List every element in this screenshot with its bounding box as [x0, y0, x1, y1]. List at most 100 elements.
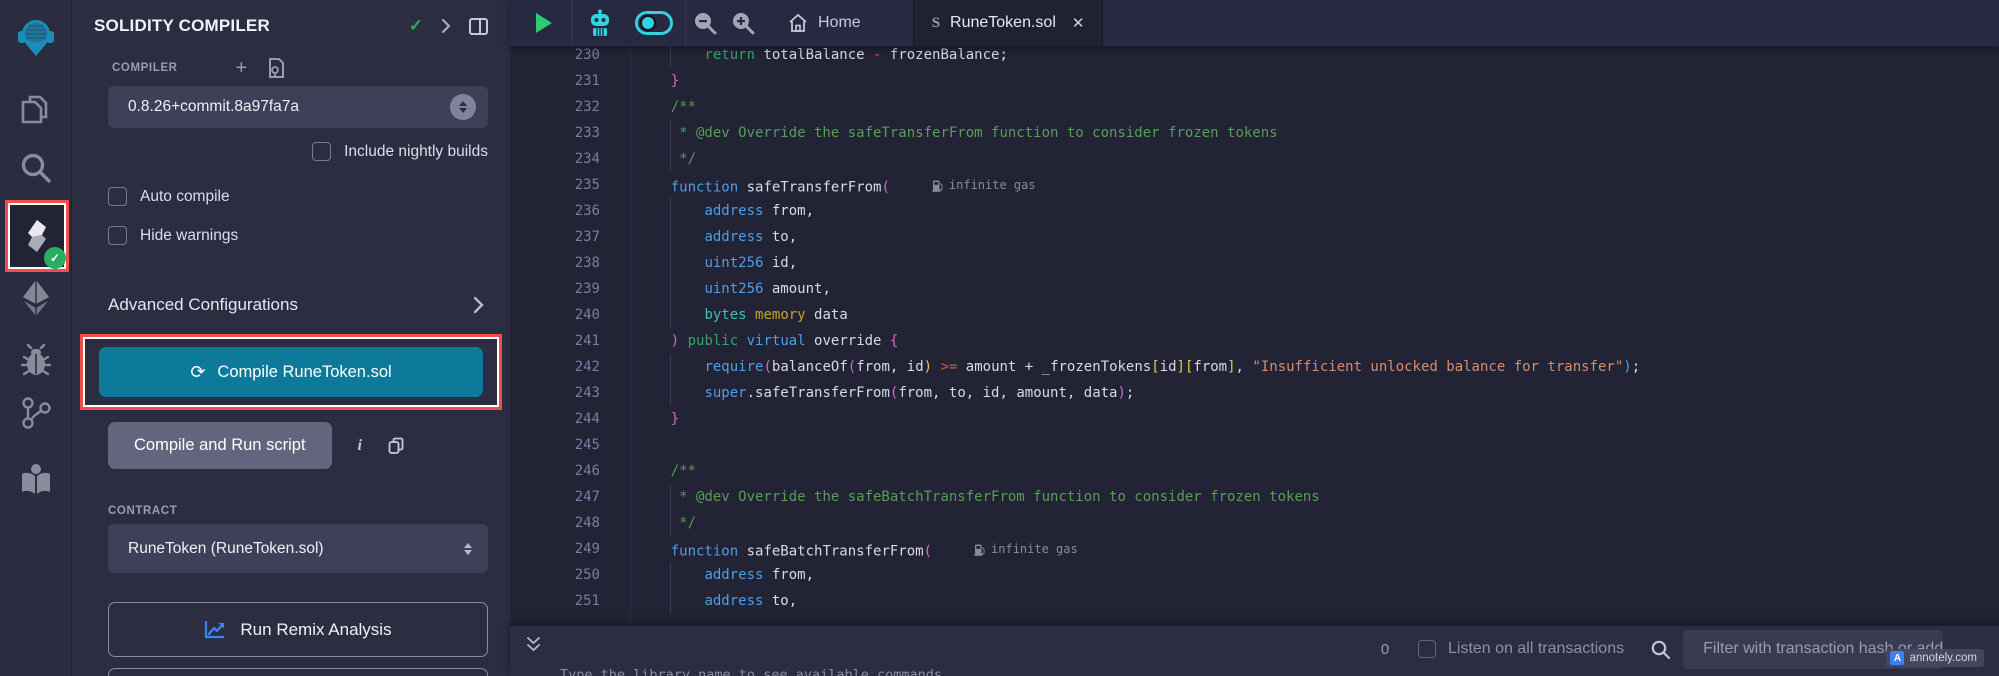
code-line: * @dev Override the safeBatchTransferFro…: [637, 484, 1999, 510]
auto-compile-checkbox[interactable]: [108, 187, 127, 206]
line-number: 233: [510, 120, 630, 146]
line-number: 243: [510, 380, 630, 406]
line-number: 237: [510, 224, 630, 250]
run-script-play-icon[interactable]: [536, 13, 552, 33]
terminal-prompt-strip[interactable]: Type the library name to see available c…: [560, 667, 1999, 676]
next-section-button-edge[interactable]: [108, 668, 488, 676]
tab-runetoken-label: RuneToken.sol: [950, 14, 1056, 32]
contract-select[interactable]: RuneToken (RuneToken.sol): [108, 524, 488, 573]
compile-and-run-button[interactable]: Compile and Run script: [108, 422, 332, 469]
line-number: 248: [510, 510, 630, 536]
ai-copilot-robot-icon[interactable]: [587, 9, 613, 37]
listen-label: Listen on all transactions: [1448, 640, 1624, 658]
line-number: 251: [510, 588, 630, 614]
code-line: require(balanceOf(from, id) >= amount + …: [637, 354, 1999, 380]
add-compiler-icon[interactable]: +: [236, 58, 248, 78]
compile-button[interactable]: ⟳ Compile RuneToken.sol: [99, 347, 483, 397]
line-number: 230: [510, 46, 630, 68]
line-number: 235: [510, 172, 630, 198]
run-script-row: Compile and Run script i: [108, 422, 404, 469]
compiler-version-select[interactable]: 0.8.26+commit.8a97fa7a: [108, 86, 488, 128]
pin-panel-icon[interactable]: [469, 18, 488, 35]
gas-estimate-annotation: infinite gas: [974, 536, 1078, 562]
line-number: 231: [510, 68, 630, 94]
debugger-icon[interactable]: [0, 344, 71, 378]
line-number: 232: [510, 94, 630, 120]
search-icon[interactable]: [0, 150, 71, 186]
line-number: 238: [510, 250, 630, 276]
copy-icon[interactable]: [388, 437, 404, 455]
line-number: 240: [510, 302, 630, 328]
copilot-toggle[interactable]: [635, 11, 673, 35]
compile-success-badge: ✓: [44, 247, 66, 269]
tab-home[interactable]: Home: [788, 13, 861, 33]
terminal-search-icon[interactable]: [1650, 639, 1671, 660]
hide-warnings-checkbox[interactable]: [108, 226, 127, 245]
remix-logo[interactable]: [0, 18, 71, 58]
file-explorer-icon[interactable]: [0, 94, 71, 130]
advanced-configurations[interactable]: Advanced Configurations: [108, 295, 484, 315]
code-line: }: [637, 406, 1999, 432]
remix-ide: ✓: [0, 0, 1999, 676]
hide-warnings-label: Hide warnings: [140, 227, 238, 245]
annotely-watermark: A annotely.com: [1886, 649, 1984, 667]
promote-version-icon[interactable]: [267, 58, 285, 78]
zoom-out-icon[interactable]: [693, 11, 717, 35]
advanced-configurations-label: Advanced Configurations: [108, 295, 473, 315]
analysis-button-label: Run Remix Analysis: [240, 620, 391, 640]
collapse-terminal-icon[interactable]: [526, 636, 541, 654]
gutter: 2302312322332342352362372382392402412422…: [510, 46, 630, 614]
chevron-right-icon[interactable]: [441, 18, 451, 34]
zoom-in-icon[interactable]: [731, 11, 755, 35]
panel-title: SOLIDITY COMPILER: [94, 16, 409, 36]
tab-runetoken[interactable]: S RuneToken.sol ✕: [913, 0, 1104, 46]
nightly-builds-row: Include nightly builds: [72, 142, 488, 161]
code-line: */: [637, 146, 1999, 172]
line-number: 250: [510, 562, 630, 588]
gas-estimate-annotation: infinite gas: [932, 172, 1036, 198]
learn-icon[interactable]: [0, 462, 71, 496]
terminal-prompt: Type the library name to see available c…: [560, 667, 1999, 676]
code-line: address from,: [637, 562, 1999, 588]
code-line: /**: [637, 94, 1999, 120]
code-line: function safeBatchTransferFrom(infinite …: [637, 536, 1999, 562]
code-line: address to,: [637, 588, 1999, 614]
chevron-right-icon: [473, 296, 484, 314]
code-line: return totalBalance - frozenBalance;: [637, 46, 1999, 68]
line-number: 244: [510, 406, 630, 432]
editor-area: Home S RuneToken.sol ✕ 23023123223323423…: [510, 0, 1999, 676]
deploy-run-icon[interactable]: [0, 278, 71, 318]
code-editor[interactable]: 2302312322332342352362372382392402412422…: [510, 46, 1999, 625]
line-number: 242: [510, 354, 630, 380]
line-number: 246: [510, 458, 630, 484]
code-line: * @dev Override the safeTransferFrom fun…: [637, 120, 1999, 146]
auto-compile-label: Auto compile: [140, 188, 230, 206]
line-number: 236: [510, 198, 630, 224]
nightly-builds-label: Include nightly builds: [344, 143, 488, 161]
compiled-check-icon: ✓: [409, 16, 423, 36]
listen-row: Listen on all transactions: [1418, 640, 1624, 658]
compile-annotation-box: ⟳ Compile RuneToken.sol: [80, 334, 502, 410]
sidebar-item-solidity-compiler[interactable]: ✓: [10, 205, 64, 267]
git-icon[interactable]: [0, 396, 71, 430]
info-icon[interactable]: i: [358, 437, 362, 455]
code-line: bytes memory data: [637, 302, 1999, 328]
transaction-count: 0: [1370, 641, 1400, 658]
close-tab-icon[interactable]: ✕: [1072, 14, 1085, 32]
code-line: }: [637, 68, 1999, 94]
compiler-version-value: 0.8.26+commit.8a97fa7a: [128, 98, 450, 116]
listen-checkbox[interactable]: [1418, 640, 1436, 658]
icon-rail: ✓: [0, 0, 72, 676]
gutter-border: [630, 46, 631, 625]
code-line: address to,: [637, 224, 1999, 250]
annotely-logo-icon: A: [1890, 651, 1904, 665]
run-remix-analysis-button[interactable]: Run Remix Analysis: [108, 602, 488, 657]
code-line: function safeTransferFrom(infinite gas: [637, 172, 1999, 198]
code-line: [637, 432, 1999, 458]
compile-button-label: Compile RuneToken.sol: [217, 363, 391, 382]
nightly-builds-checkbox[interactable]: [312, 142, 331, 161]
line-number: 245: [510, 432, 630, 458]
contract-select-arrows-icon: [464, 543, 472, 555]
solidity-file-icon: S: [932, 15, 940, 32]
hide-warnings-row: Hide warnings: [108, 226, 510, 245]
